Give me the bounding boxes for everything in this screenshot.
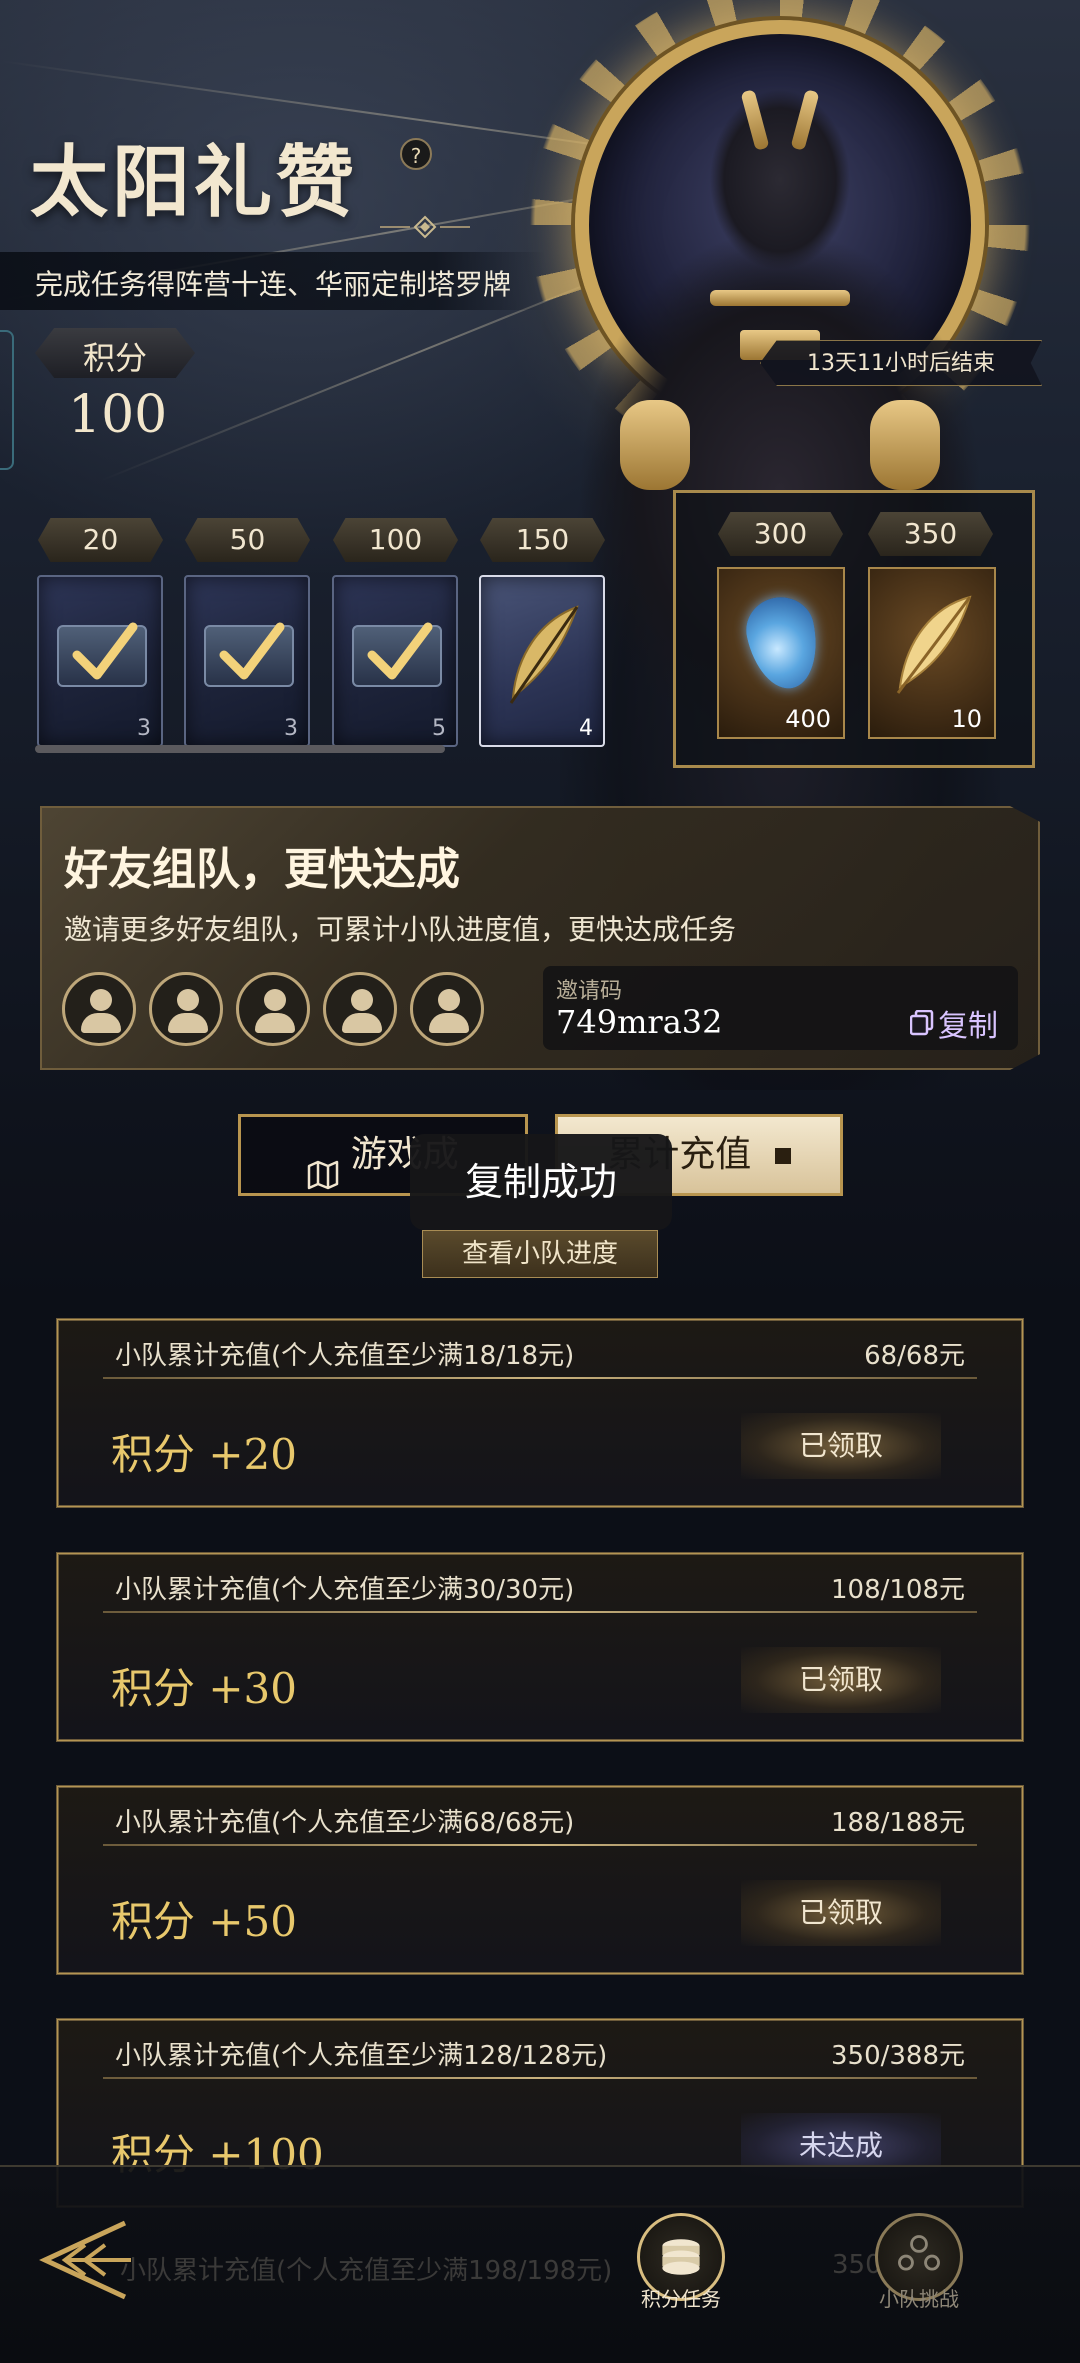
- reward-count: 5: [432, 716, 446, 741]
- avatar-slot[interactable]: [62, 972, 136, 1046]
- task-condition: 小队累计充值(个人充值至少满30/30元): [115, 1575, 575, 1605]
- reward-count: 3: [137, 716, 151, 741]
- reward-track-progress: [35, 745, 445, 753]
- tier-threshold: 20: [38, 518, 163, 562]
- task-condition: 小队累计充值(个人充值至少满18/18元): [115, 1341, 575, 1371]
- task-reward: 积分 +30: [111, 1664, 297, 1713]
- tier-threshold: 300: [718, 512, 843, 556]
- reward-count: 400: [785, 705, 831, 733]
- nav-points-task[interactable]: 积分任务: [626, 2213, 736, 2312]
- task-progress: 350/388元: [830, 2041, 965, 2071]
- ornament-icon: [380, 215, 470, 239]
- copy-button[interactable]: 复制: [910, 1003, 998, 1044]
- avatar-slot[interactable]: [410, 972, 484, 1046]
- task-condition: 小队累计充值(个人充值至少满68/68元): [115, 1808, 575, 1838]
- reward-card[interactable]: 5: [332, 575, 458, 747]
- checkmark-icon: [219, 622, 285, 680]
- tier-threshold: 150: [480, 518, 605, 562]
- team-title: 好友组队，更快达成: [64, 844, 460, 895]
- reward-count: 3: [284, 716, 298, 741]
- reward-card[interactable]: 3: [184, 575, 310, 747]
- task-reward: 积分 +50: [111, 1897, 297, 1946]
- premium-reward-card[interactable]: 400: [717, 567, 845, 739]
- page-title: 太阳礼赞: [30, 137, 359, 228]
- premium-reward-card[interactable]: 10: [868, 567, 996, 739]
- copy-label: 复制: [938, 1009, 998, 1044]
- task-condition: 小队累计充值(个人充值至少满128/128元): [115, 2041, 608, 2071]
- event-countdown: 13天11小时后结束: [760, 340, 1042, 386]
- invite-code-label: 邀请码: [556, 979, 623, 1004]
- blue-gem-icon: [740, 590, 826, 696]
- avatar-slot[interactable]: [236, 972, 310, 1046]
- copy-icon: [910, 1010, 934, 1036]
- reward-card[interactable]: 3: [37, 575, 163, 747]
- avatar-slot[interactable]: [149, 972, 223, 1046]
- nav-team-challenge[interactable]: 小队挑战: [864, 2213, 974, 2312]
- avatar-slot[interactable]: [323, 972, 397, 1046]
- task-progress: 68/68元: [864, 1341, 965, 1371]
- points-value: 100: [68, 385, 168, 445]
- reward-count: 10: [951, 705, 982, 733]
- nav-label: 小队挑战: [879, 2287, 959, 2311]
- square-icon: [774, 1148, 791, 1164]
- feather-icon: [509, 605, 579, 704]
- tier-threshold: 350: [868, 512, 993, 556]
- task-card: 小队累计充值(个人充值至少满68/68元) 188/188元 积分 +50 已领…: [56, 1785, 1024, 1975]
- page-subtitle: 完成任务得阵营十连、华丽定制塔罗牌: [35, 268, 512, 301]
- side-tab-handle[interactable]: [0, 330, 14, 470]
- task-reward: 积分 +20: [111, 1430, 297, 1479]
- points-label: 积分: [82, 339, 147, 377]
- checkmark-icon: [72, 622, 138, 680]
- task-condition-obscured: 小队累计充值(个人充值至少满198/198元): [120, 2256, 613, 2286]
- task-progress: 188/188元: [830, 1808, 965, 1838]
- nav-label: 积分任务: [641, 2287, 721, 2311]
- tier-threshold: 50: [185, 518, 310, 562]
- task-card: 小队累计充值(个人充值至少满18/18元) 68/68元 积分 +20 已领取: [56, 1318, 1024, 1508]
- task-card: 小队累计充值(个人充值至少满30/30元) 108/108元 积分 +30 已领…: [56, 1552, 1024, 1742]
- invite-code-value: 749mra32: [556, 1003, 723, 1041]
- reward-card[interactable]: 4: [479, 575, 605, 747]
- view-team-progress-button[interactable]: 查看小队进度: [422, 1230, 658, 1278]
- task-status-claimed[interactable]: 已领取: [741, 1413, 941, 1479]
- team-description: 邀请更多好友组队，可累计小队进度值，更快达成任务: [64, 913, 737, 946]
- help-icon[interactable]: ?: [400, 138, 432, 170]
- tier-threshold: 100: [333, 518, 458, 562]
- reward-count: 4: [579, 716, 593, 741]
- copy-success-toast: 复制成功: [410, 1134, 672, 1230]
- map-icon: [307, 1141, 339, 1190]
- gold-feather-icon: [896, 595, 972, 694]
- task-status-claimed[interactable]: 已领取: [741, 1647, 941, 1713]
- back-arrow-icon[interactable]: [25, 2215, 135, 2305]
- task-progress: 108/108元: [830, 1575, 965, 1605]
- checkmark-icon: [367, 622, 433, 680]
- task-status-claimed[interactable]: 已领取: [741, 1880, 941, 1946]
